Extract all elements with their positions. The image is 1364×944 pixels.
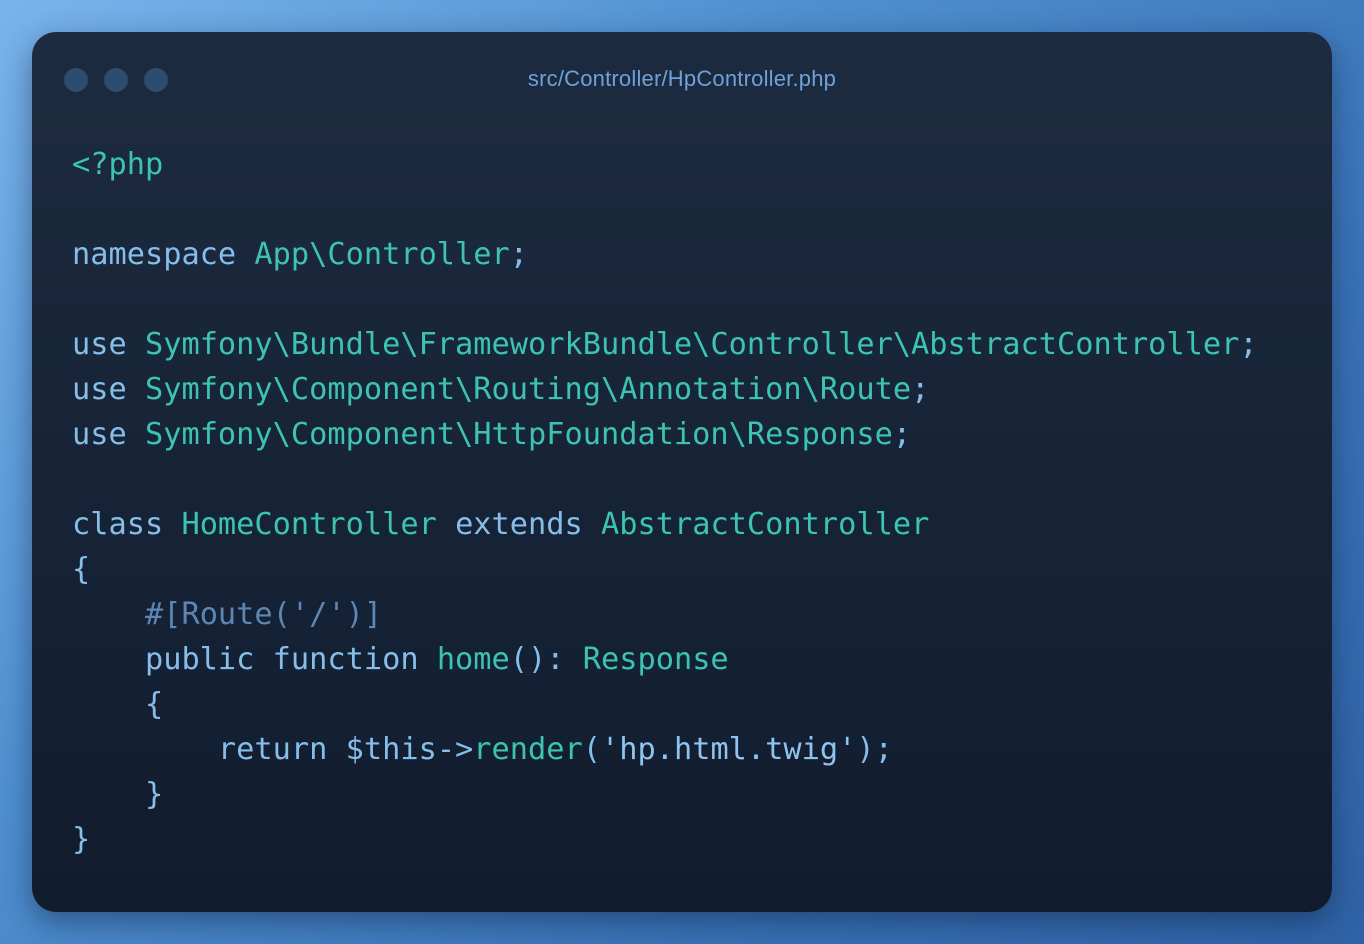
code-token: { [72,552,91,587]
code-token: } [72,822,91,857]
code-window: src/Controller/HpController.php <?php nam… [32,32,1332,912]
code-token: return [72,732,346,767]
code-token: extends [436,507,601,542]
code-line: #[Route('/')] [72,592,1258,637]
code-token: public function [72,642,437,677]
code-token: render [473,732,583,767]
code-token: use [72,372,145,407]
code-line: use Symfony\Component\HttpFoundation\Res… [72,412,1258,457]
code-token: class [72,507,182,542]
code-token: AbstractController [601,507,930,542]
code-token: use [72,327,145,362]
code-line: { [72,547,1258,592]
code-line: { [72,682,1258,727]
code-token: App\Controller [254,237,510,272]
code-token: ; [911,372,930,407]
code-token: 'hp.html.twig' [601,732,857,767]
code-token: use [72,417,145,452]
code-token: ; [509,237,529,272]
code-token: Symfony\Component\HttpFoundation\Respons… [144,417,893,452]
code-line: use Symfony\Component\Routing\Annotation… [72,367,1258,412]
code-token: home [436,642,510,677]
file-path-title: src/Controller/HpController.php [527,66,837,91]
code-line: return $this->render('hp.html.twig'); [72,727,1258,772]
code-token: ( [582,732,601,767]
code-token: ; [1239,327,1258,362]
code-block: <?php namespace App\Controller; use Symfon… [72,142,1258,862]
code-line: namespace App\Controller; [72,232,1258,277]
code-line: class HomeController extends AbstractCon… [72,502,1258,547]
window-titlebar: src/Controller/HpController.php [32,32,1332,128]
code-line: <?php [72,142,1258,187]
code-token: { [72,687,164,722]
code-token: namespace [72,237,255,272]
code-line: } [72,817,1258,862]
code-line: use Symfony\Bundle\FrameworkBundle\Contr… [72,322,1258,367]
code-token: Symfony\Component\Routing\Annotation\Rou… [144,372,912,407]
code-token: <?php [72,147,164,182]
code-token: $this [345,732,437,767]
code-token: } [72,777,164,812]
code-token: (): [509,642,583,677]
code-token: Symfony\Bundle\FrameworkBundle\Controlle… [144,327,1240,362]
code-token: HomeController [181,507,437,542]
code-token: -> [436,732,474,767]
code-token: ; [892,417,912,452]
code-line: public function home(): Response [72,637,1258,682]
code-line: } [72,772,1258,817]
code-token: Response [582,642,729,677]
code-token: ); [856,732,893,767]
code-token: #[Route('/')] [144,597,383,632]
